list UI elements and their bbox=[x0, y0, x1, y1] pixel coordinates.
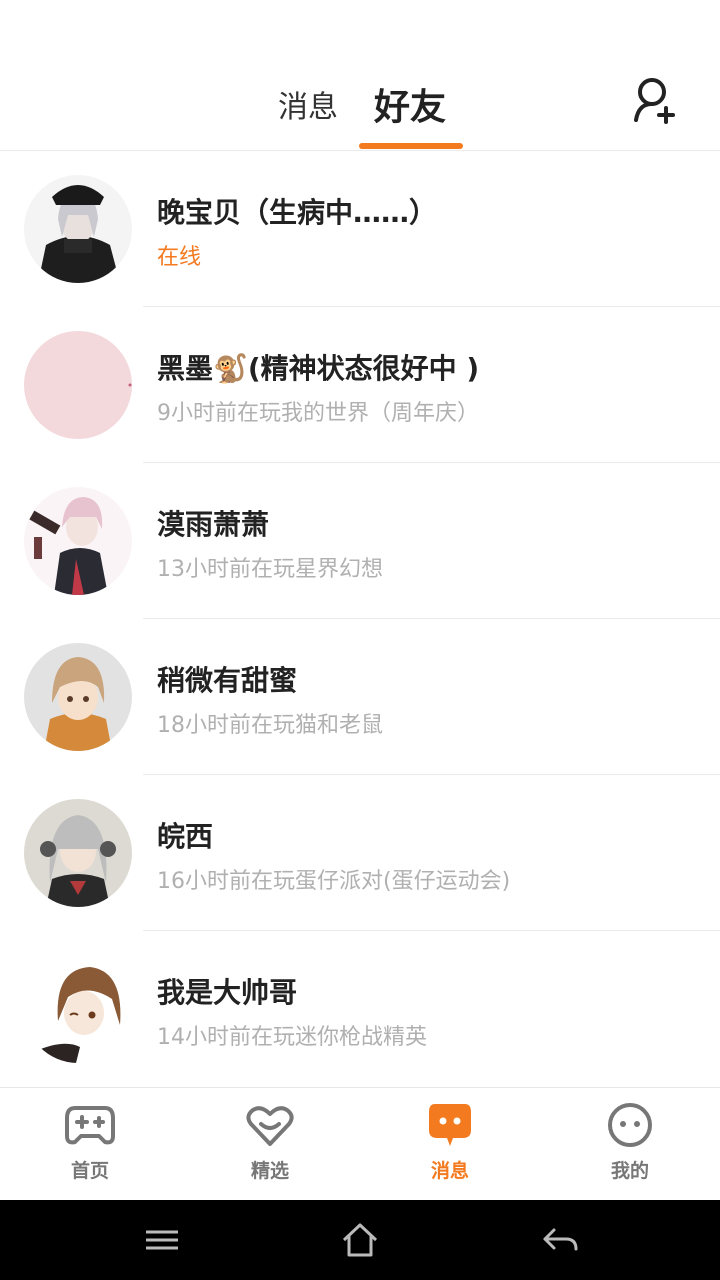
avatar[interactable] bbox=[24, 643, 132, 751]
friend-status: 16小时前在玩蛋仔派对(蛋仔运动会) bbox=[157, 869, 511, 894]
top-header: 消息 好友 bbox=[0, 0, 720, 151]
tab-friends[interactable]: 好友 bbox=[374, 78, 446, 130]
avatar[interactable] bbox=[24, 955, 132, 1063]
friend-status: 9小时前在玩我的世界（周年庆） bbox=[157, 401, 479, 426]
avatar[interactable] bbox=[24, 331, 132, 439]
home-icon bbox=[342, 1223, 378, 1257]
avatar[interactable] bbox=[24, 175, 132, 283]
bottom-nav: 首页 精选 消息 我的 bbox=[0, 1087, 720, 1201]
friend-status: 18小时前在玩猫和老鼠 bbox=[157, 713, 383, 738]
menu-icon bbox=[146, 1230, 178, 1250]
active-tab-indicator bbox=[359, 143, 463, 149]
home-button[interactable] bbox=[340, 1220, 380, 1260]
friend-name: 皖西 bbox=[157, 820, 214, 853]
add-friend-button[interactable] bbox=[630, 74, 680, 126]
avatar[interactable] bbox=[24, 799, 132, 907]
friend-status: 在线 bbox=[157, 245, 202, 270]
nav-messages[interactable]: 消息 bbox=[360, 1088, 540, 1201]
heart-icon bbox=[245, 1102, 295, 1148]
friend-name: 我是大帅哥 bbox=[157, 976, 298, 1009]
gamepad-icon bbox=[65, 1102, 115, 1148]
friend-row[interactable]: 晚宝贝（生病中……） 在线 bbox=[0, 151, 720, 307]
menu-button[interactable] bbox=[142, 1220, 182, 1260]
friend-row[interactable]: 黑墨🐒(精神状态很好中 ) 9小时前在玩我的世界（周年庆） bbox=[0, 307, 720, 463]
friend-status: 13小时前在玩星界幻想 bbox=[157, 557, 383, 582]
nav-me[interactable]: 我的 bbox=[540, 1088, 720, 1201]
friend-name: 晚宝贝（生病中……） bbox=[157, 196, 438, 229]
nav-label: 我的 bbox=[610, 1160, 649, 1182]
friend-name: 黑墨🐒(精神状态很好中 ) bbox=[157, 352, 480, 385]
back-button[interactable] bbox=[540, 1220, 580, 1260]
nav-featured[interactable]: 精选 bbox=[180, 1088, 360, 1201]
nav-home[interactable]: 首页 bbox=[0, 1088, 180, 1201]
friend-status: 14小时前在玩迷你枪战精英 bbox=[157, 1025, 427, 1050]
chat-bubble-icon bbox=[425, 1102, 475, 1148]
add-user-icon bbox=[634, 78, 675, 124]
friend-row[interactable]: 皖西 16小时前在玩蛋仔派对(蛋仔运动会) bbox=[0, 775, 720, 931]
nav-label: 精选 bbox=[250, 1160, 289, 1182]
tab-messages[interactable]: 消息 bbox=[278, 82, 338, 126]
friend-row[interactable]: 漠雨萧萧 13小时前在玩星界幻想 bbox=[0, 463, 720, 619]
face-icon bbox=[605, 1102, 655, 1148]
nav-label: 首页 bbox=[70, 1160, 109, 1182]
friend-row[interactable]: 稍微有甜蜜 18小时前在玩猫和老鼠 bbox=[0, 619, 720, 775]
friend-name: 漠雨萧萧 bbox=[157, 508, 270, 541]
nav-label: 消息 bbox=[430, 1160, 469, 1182]
avatar[interactable] bbox=[24, 487, 132, 595]
back-icon bbox=[543, 1228, 578, 1251]
friends-list: 晚宝贝（生病中……） 在线 黑墨🐒(精神状态很好中 ) 9小时前在玩我的世界（周… bbox=[0, 151, 720, 1087]
system-nav-bar bbox=[0, 1200, 720, 1280]
friend-row[interactable]: 我是大帅哥 14小时前在玩迷你枪战精英 bbox=[0, 931, 720, 1087]
friend-name: 稍微有甜蜜 bbox=[157, 664, 298, 697]
